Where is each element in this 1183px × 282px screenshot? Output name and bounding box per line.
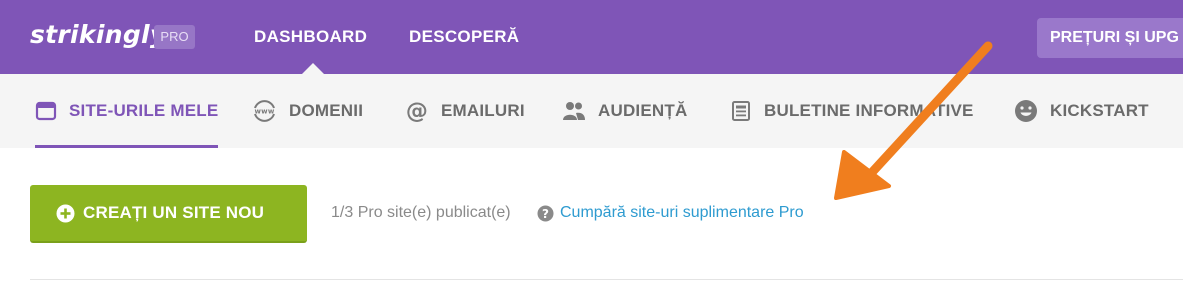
nav-discover[interactable]: DESCOPERĂ [409,27,519,47]
nav-dashboard[interactable]: DASHBOARD [254,27,367,47]
tab-label: BULETINE INFORMATIVE [764,101,974,120]
content-divider [30,279,1183,280]
www-globe-icon: www [252,100,277,122]
tab-label: DOMENII [289,101,364,120]
active-tab-underline [35,145,218,148]
published-sites-count: 1/3 Pro site(e) publicat(e) [331,204,511,221]
at-sign-icon: @ [405,99,429,123]
tab-kickstart[interactable]: KICKSTART [1014,74,1149,148]
create-button-label: CREAȚI UN SITE NOU [83,203,265,222]
tab-my-sites[interactable]: SITE-URILE MELE [35,74,218,148]
tab-label: EMAILURI [441,101,525,120]
plus-circle-icon [56,204,75,223]
browser-window-icon [35,100,57,122]
users-icon [562,100,586,122]
dashboard-tabs-bar: SITE-URILE MELE www DOMENII @ EMAILURI A… [0,74,1183,148]
top-navigation-bar: strikingly PRO DASHBOARD DESCOPERĂ PREȚU… [0,0,1183,74]
strikingly-logo[interactable]: strikingly [30,20,166,49]
active-nav-caret [302,63,324,74]
pro-badge: PRO [154,25,195,49]
tab-label: SITE-URILE MELE [69,101,219,120]
tab-domains[interactable]: www DOMENII [252,74,363,148]
tab-label: AUDIENȚĂ [598,101,688,120]
pricing-upgrade-button[interactable]: PREȚURI ȘI UPG [1037,18,1183,58]
smiley-icon [1014,99,1038,123]
svg-text:@: @ [406,99,428,123]
tab-audience[interactable]: AUDIENȚĂ [562,74,687,148]
newsletter-icon [730,100,752,122]
tab-label: KICKSTART [1050,101,1149,120]
question-circle-icon[interactable]: ? [537,205,554,227]
buy-additional-pro-sites-link[interactable]: Cumpără site-uri suplimentare Pro [560,204,804,222]
svg-text:www: www [254,108,274,116]
tab-newsletters[interactable]: BULETINE INFORMATIVE [730,74,974,148]
tab-emails[interactable]: @ EMAILURI [405,74,525,148]
svg-text:?: ? [542,207,549,221]
create-new-site-button[interactable]: CREAȚI UN SITE NOU [30,185,307,243]
